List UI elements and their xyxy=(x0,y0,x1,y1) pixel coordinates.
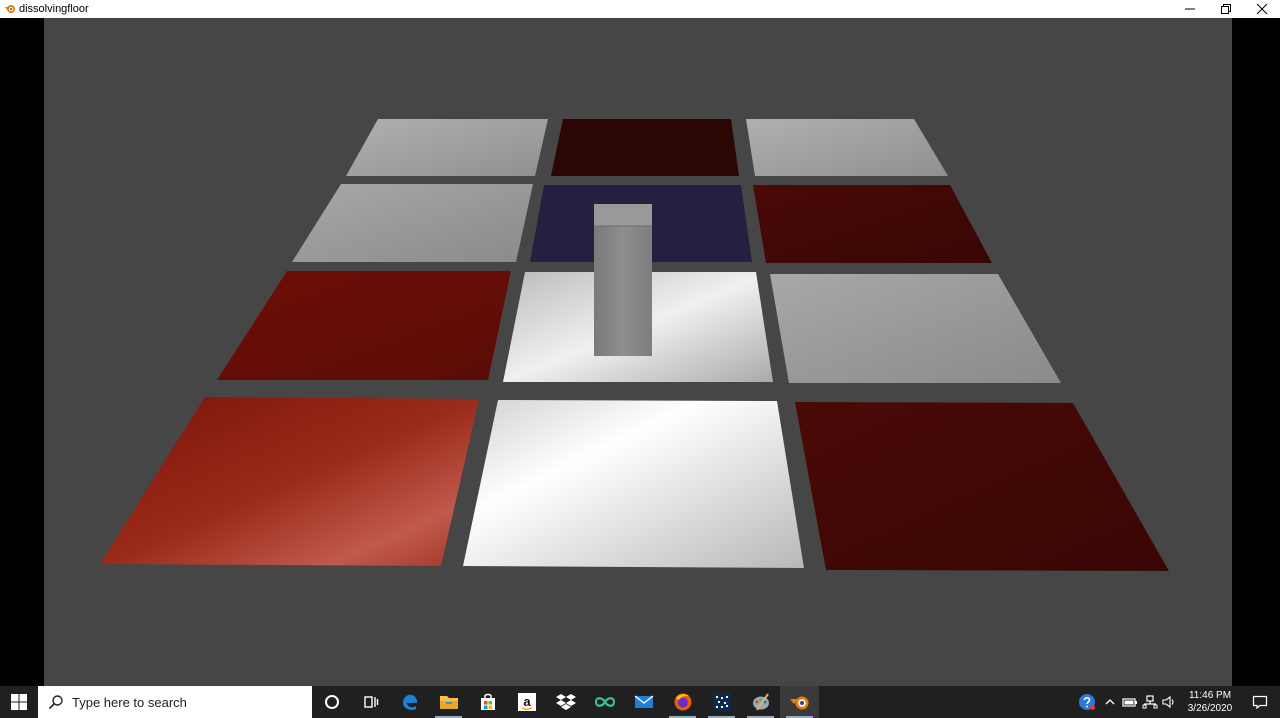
help-icon xyxy=(1079,694,1095,710)
task-view-icon xyxy=(363,696,378,708)
game-viewport[interactable] xyxy=(0,18,1280,686)
mail-button[interactable] xyxy=(624,686,663,718)
blender-app-icon xyxy=(5,5,15,13)
taskbar-search-box[interactable]: Type here to search xyxy=(38,686,312,718)
paint-button[interactable] xyxy=(741,686,780,718)
clock-date: 3/26/2020 xyxy=(1187,703,1233,714)
infinity-icon xyxy=(594,697,615,707)
floor-tile xyxy=(746,119,948,176)
help-tray-button[interactable] xyxy=(1074,686,1100,718)
battery-tray-button[interactable] xyxy=(1120,686,1140,718)
cortana-button[interactable] xyxy=(312,686,351,718)
restore-icon xyxy=(1221,4,1231,14)
network-tray-button[interactable] xyxy=(1140,686,1160,718)
game-scene xyxy=(44,18,1232,686)
show-hidden-icons-button[interactable] xyxy=(1100,686,1120,718)
windows-logo-icon xyxy=(11,694,27,710)
file-explorer-icon xyxy=(439,696,458,709)
minimize-button[interactable] xyxy=(1172,0,1208,18)
start-button[interactable] xyxy=(0,686,38,718)
close-icon xyxy=(1256,3,1268,15)
store-icon xyxy=(480,693,495,710)
volume-icon xyxy=(1162,695,1174,709)
amazon-icon: a xyxy=(517,693,536,711)
pixel-app-button[interactable] xyxy=(702,686,741,718)
floor-tile xyxy=(551,119,739,176)
store-button[interactable] xyxy=(468,686,507,718)
restore-button[interactable] xyxy=(1208,0,1244,18)
clock-time: 11:46 PM xyxy=(1188,690,1232,701)
close-button[interactable] xyxy=(1244,0,1280,18)
battery-icon xyxy=(1122,698,1137,707)
pixel-app-icon xyxy=(712,693,731,711)
system-clock[interactable]: 11:46 PM 3/26/2020 xyxy=(1184,689,1236,715)
blender-button[interactable] xyxy=(780,686,819,718)
minimize-icon xyxy=(1185,8,1195,10)
edge-icon xyxy=(402,694,417,710)
firefox-button[interactable] xyxy=(663,686,702,718)
edge-button[interactable] xyxy=(390,686,429,718)
network-icon xyxy=(1142,695,1158,709)
blender-icon xyxy=(789,696,808,710)
firefox-icon xyxy=(674,693,691,711)
floor-tile xyxy=(463,400,804,568)
paint-icon xyxy=(752,693,769,711)
task-view-button[interactable] xyxy=(351,686,390,718)
search-placeholder: Type here to search xyxy=(72,694,187,710)
floor-tile xyxy=(346,119,548,176)
notification-icon xyxy=(1252,695,1268,710)
action-center-button[interactable] xyxy=(1240,686,1280,718)
cortana-icon xyxy=(324,695,339,709)
taskbar: Type here to search a 11:46 PM 3/26/2020 xyxy=(0,686,1280,718)
amazon-button[interactable]: a xyxy=(507,686,546,718)
player-box xyxy=(594,204,652,356)
chevron-up-icon xyxy=(1105,699,1115,705)
window-title-bar: dissolvingfloor xyxy=(0,0,1280,18)
infinity-app-button[interactable] xyxy=(585,686,624,718)
amazon-letter: a xyxy=(523,694,531,709)
dropbox-icon xyxy=(555,694,576,710)
floor-tile xyxy=(753,185,992,263)
mail-icon xyxy=(634,695,653,708)
system-tray: 11:46 PM 3/26/2020 xyxy=(1074,686,1280,718)
window-title: dissolvingfloor xyxy=(19,3,89,15)
search-icon xyxy=(48,695,63,710)
volume-tray-button[interactable] xyxy=(1160,686,1180,718)
file-explorer-button[interactable] xyxy=(429,686,468,718)
dropbox-button[interactable] xyxy=(546,686,585,718)
